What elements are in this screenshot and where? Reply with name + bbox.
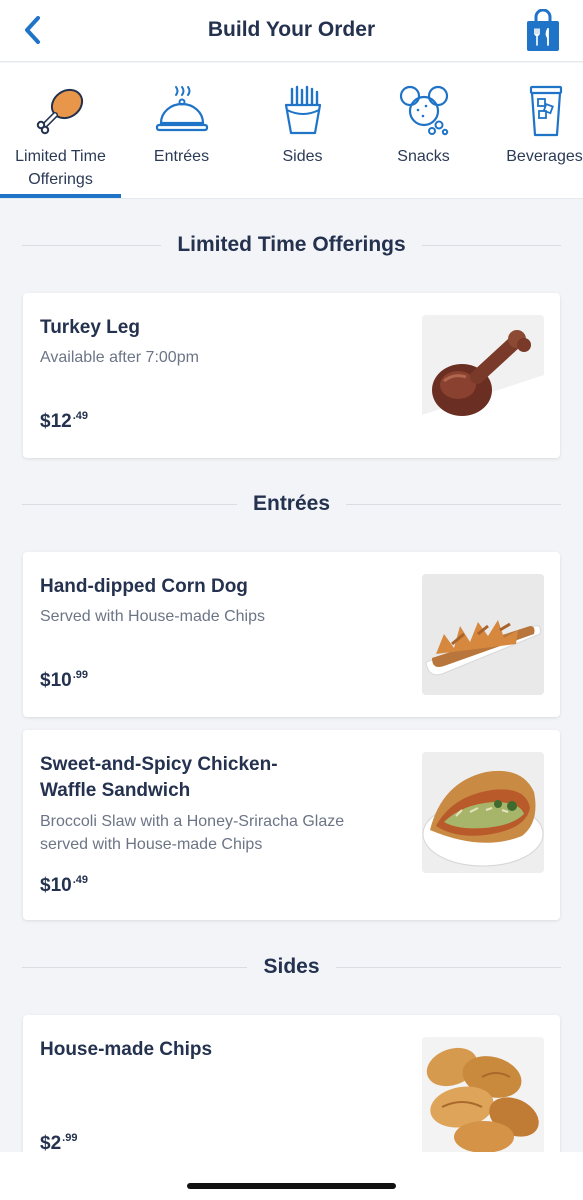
tab-label: Sides — [282, 148, 323, 165]
menu-item-card[interactable]: Sweet-and-Spicy Chicken-Waffle Sandwich … — [23, 730, 560, 920]
home-indicator[interactable] — [187, 1183, 396, 1189]
item-name: Sweet-and-Spicy Chicken-Waffle Sandwich — [40, 754, 278, 801]
price-dollars: $12 — [40, 411, 72, 432]
price-dollars: $10 — [40, 670, 72, 691]
section-header-entrees: Entrées — [22, 489, 562, 519]
item-price: $10.49 — [40, 874, 88, 897]
item-photo — [422, 315, 544, 436]
drink-cup-icon — [515, 83, 575, 139]
tab-label: Beverages — [506, 148, 583, 165]
cloche-icon — [152, 83, 212, 139]
item-photo — [422, 752, 544, 873]
price-cents: .49 — [72, 874, 88, 886]
item-description: Served with House-made Chips — [40, 608, 265, 625]
price-cents: .49 — [72, 410, 88, 422]
divider — [22, 244, 162, 246]
price-cents: .99 — [62, 1132, 78, 1144]
active-tab-indicator — [0, 194, 121, 198]
item-description: Broccoli Slaw with a Honey-Sriracha Glaz… — [40, 813, 345, 853]
divider — [22, 503, 237, 505]
order-bag-button[interactable] — [523, 8, 563, 53]
divider — [335, 966, 561, 968]
home-indicator-area — [0, 1152, 583, 1200]
divider — [346, 503, 562, 505]
section-title: Entrées — [252, 492, 331, 515]
shopping-bag-icon — [527, 8, 559, 51]
menu-item-card[interactable]: Hand-dipped Corn Dog Served with House-m… — [23, 552, 560, 717]
price-cents: .99 — [72, 669, 88, 681]
tab-beverages[interactable]: Beverages — [484, 63, 583, 198]
menu-item-card[interactable]: Turkey Leg Available after 7:00pm $12.49 — [23, 293, 560, 458]
section-title: Sides — [263, 955, 320, 978]
tab-sides[interactable]: Sides — [242, 63, 363, 198]
section-header-limited: Limited Time Offerings — [22, 230, 562, 260]
section-title: Limited Time Offerings — [177, 233, 406, 256]
tab-label: Limited Time Offerings — [15, 148, 106, 188]
item-name: House-made Chips — [40, 1039, 213, 1060]
top-nav-bar: Build Your Order — [0, 0, 583, 62]
section-header-sides: Sides — [22, 952, 561, 982]
price-dollars: $10 — [40, 875, 72, 896]
turkey-leg-icon — [31, 83, 91, 139]
tab-entrees[interactable]: Entrées — [121, 63, 242, 198]
item-name: Turkey Leg — [40, 317, 140, 338]
page-title: Build Your Order — [207, 18, 376, 41]
tab-label: Entrées — [153, 148, 210, 165]
tab-snacks[interactable]: Snacks — [363, 63, 484, 198]
item-photo — [422, 574, 544, 695]
mickey-snack-icon — [394, 83, 454, 139]
item-name: Hand-dipped Corn Dog — [40, 576, 248, 597]
tab-limited-time-offerings[interactable]: Limited Time Offerings — [0, 63, 121, 198]
fries-icon — [273, 83, 333, 139]
price-dollars: $2 — [40, 1133, 62, 1154]
item-price: $12.49 — [40, 410, 88, 433]
divider — [421, 244, 562, 246]
item-price: $10.99 — [40, 669, 88, 692]
tab-label: Snacks — [397, 148, 450, 165]
item-description: Available after 7:00pm — [40, 349, 199, 366]
item-photo — [422, 1037, 544, 1158]
divider — [22, 966, 248, 968]
category-tabs: Limited Time Offerings Entrées Sides Sna… — [0, 63, 583, 199]
